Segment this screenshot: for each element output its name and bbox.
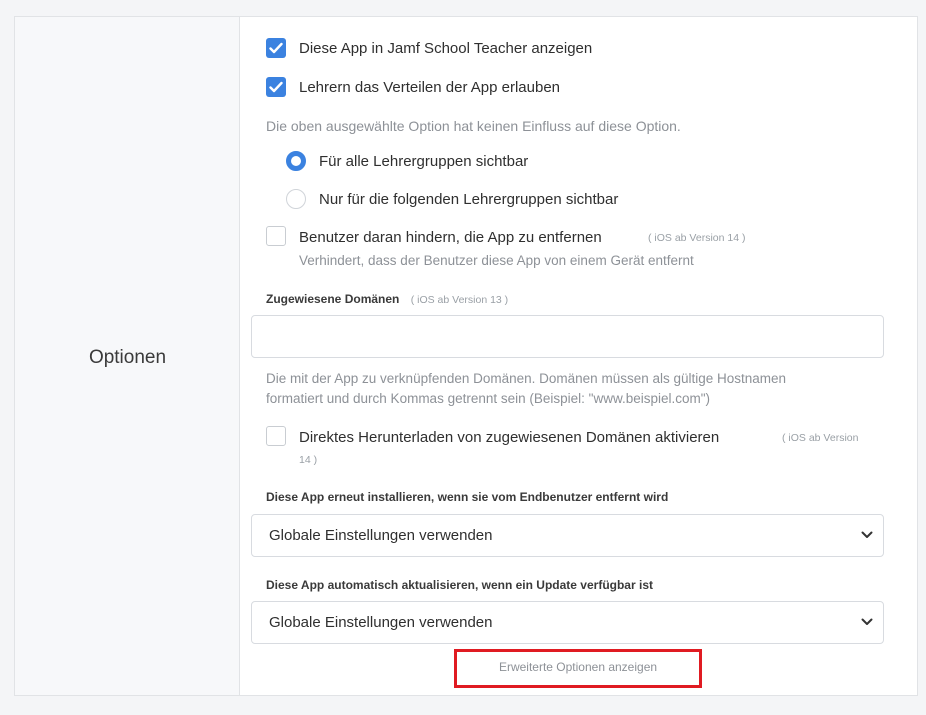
direct-download-ios-badge-cont: 14 ) <box>299 454 318 466</box>
section-label-column: Optionen <box>15 17 240 695</box>
checkmark-icon <box>269 81 283 93</box>
direct-download-ios-badge: ( iOS ab Version <box>782 432 859 444</box>
domains-hint-line-1: Die mit der App zu verknüpfenden Domänen… <box>266 371 787 386</box>
auto-update-select-value: Globale Einstellungen verwenden <box>269 614 493 631</box>
domains-label-text: Zugewiesene Domänen <box>266 292 400 306</box>
reinstall-label: Diese App erneut installieren, wenn sie … <box>266 490 669 504</box>
reinstall-select[interactable]: Globale Einstellungen verwenden <box>251 514 884 557</box>
show-in-teacher-label: Diese App in Jamf School Teacher anzeige… <box>299 40 593 57</box>
chevron-down-icon <box>861 531 873 538</box>
domains-input[interactable] <box>251 315 884 358</box>
prevent-removal-ios-badge: ( iOS ab Version 14 ) <box>648 232 746 244</box>
chevron-down-icon <box>861 618 873 625</box>
prevent-removal-checkbox[interactable] <box>266 226 286 246</box>
visibility-radio-selected-label: Nur für die folgenden Lehrergruppen sich… <box>319 191 619 208</box>
visibility-radio-all[interactable] <box>286 151 306 171</box>
reinstall-select-value: Globale Einstellungen verwenden <box>269 527 493 544</box>
direct-download-label: Direktes Herunterladen von zugewiesenen … <box>299 429 720 446</box>
direct-download-checkbox[interactable] <box>266 426 286 446</box>
allow-distribute-checkbox[interactable] <box>266 77 286 97</box>
domains-label: Zugewiesene Domänen ( iOS ab Version 13 … <box>266 292 508 306</box>
visibility-radio-all-label: Für alle Lehrergruppen sichtbar <box>319 153 529 170</box>
domains-hint-line-2: formatiert und durch Kommas getrennt sei… <box>266 391 711 406</box>
auto-update-select[interactable]: Globale Einstellungen verwenden <box>251 601 884 644</box>
show-in-teacher-checkbox[interactable] <box>266 38 286 58</box>
section-title: Optionen <box>88 347 167 368</box>
prevent-removal-label: Benutzer daran hindern, die App zu entfe… <box>299 229 602 246</box>
auto-update-label: Diese App automatisch aktualisieren, wen… <box>266 578 653 592</box>
domains-ios-badge: ( iOS ab Version 13 ) <box>410 294 509 306</box>
visibility-radio-selected[interactable] <box>286 189 306 209</box>
allow-distribute-label: Lehrern das Verteilen der App erlauben <box>299 79 561 96</box>
show-advanced-options-link[interactable]: Erweiterte Optionen anzeigen <box>454 649 702 688</box>
teacher-option-hint: Die oben ausgewählte Option hat keinen E… <box>266 118 681 134</box>
prevent-removal-description: Verhindert, dass der Benutzer diese App … <box>299 253 694 268</box>
checkmark-icon <box>269 42 283 54</box>
